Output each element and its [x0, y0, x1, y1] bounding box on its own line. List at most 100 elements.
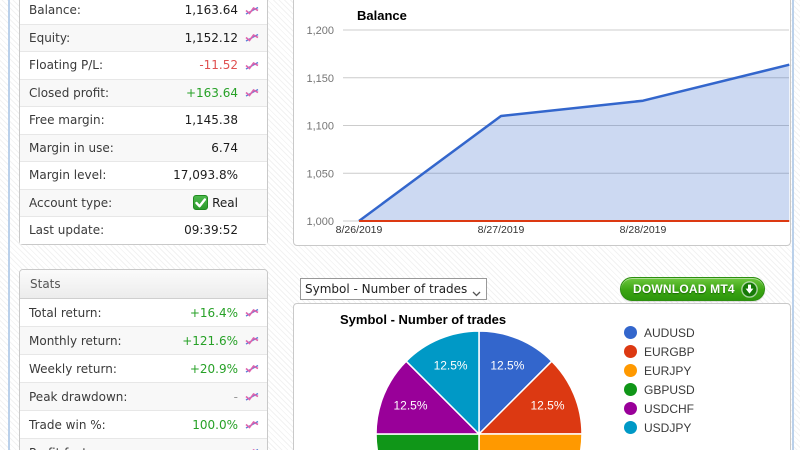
legend-color-dot [624, 345, 637, 358]
dashboard-page: Balance:1,163.64 Equity: 1,152.12 Floating … [0, 0, 800, 450]
table-row: Last update:09:39:52 [20, 217, 267, 244]
table-row: Equity: 1,152.12 [20, 25, 267, 53]
legend-label: EURGBP [644, 345, 695, 359]
stats-panel-title: Stats [30, 277, 61, 291]
mini-chart-icon[interactable] [245, 60, 259, 71]
row-label: Margin level: [29, 168, 106, 182]
row-value: +16.4% [190, 306, 238, 320]
x-axis-tick-label: 8/27/2019 [478, 224, 525, 236]
row-value-text: 1,145.38 [185, 113, 238, 127]
row-value: 1,145.38 [185, 113, 238, 127]
symbol-trades-panel: Symbol - Number of trades 12.5%12.5%12.5… [293, 303, 791, 450]
row-label: Account type: [29, 196, 112, 210]
row-value-text: +163.64 [186, 86, 238, 100]
mini-chart-icon[interactable] [245, 5, 259, 16]
row-value-text: 09:39:52 [184, 223, 238, 237]
table-row: Margin level: 17,093.8% [20, 162, 267, 190]
download-mt4-label: DOWNLOAD MT4 [633, 282, 735, 296]
legend-color-dot [624, 421, 637, 434]
table-row: Trade win %: 100.0% [20, 411, 267, 439]
pie-slice-label: 12.5% [490, 359, 524, 373]
legend-label: USDCHF [644, 402, 694, 416]
row-label: Floating P/L: [29, 58, 103, 72]
real-account-checkbox-icon [193, 195, 208, 210]
legend-item-eurgbp: EURGBP [624, 345, 695, 358]
legend-item-eurjpy: EURJPY [624, 364, 695, 377]
y-axis-tick-label: 1,100 [306, 121, 334, 133]
table-row: Floating P/L: -11.52 [20, 52, 267, 80]
row-label: Equity: [29, 31, 70, 45]
row-value: 1,163.64 [185, 3, 238, 17]
row-label: Total return: [29, 306, 102, 320]
account-info-panel: Balance:1,163.64 Equity: 1,152.12 Floating … [19, 0, 268, 245]
legend-color-dot [624, 326, 637, 339]
row-label: Free margin: [29, 113, 105, 127]
row-value: 6.74 [211, 141, 238, 155]
mini-chart-icon[interactable] [245, 307, 259, 318]
row-value-text: 100.0% [192, 418, 238, 432]
mini-chart-icon[interactable] [245, 32, 259, 43]
row-label: Trade win %: [29, 418, 106, 432]
row-value: 09:39:52 [184, 223, 238, 237]
stats-rows: Total return: +16.4% Monthly return: +121.6… [20, 299, 267, 450]
row-value: 17,093.8% [173, 168, 238, 182]
table-row: Balance:1,163.64 [20, 0, 267, 25]
row-value: 100.0% [192, 418, 238, 432]
download-mt4-button[interactable]: DOWNLOAD MT4 [620, 277, 765, 301]
account-info-rows: Balance:1,163.64 Equity: 1,152.12 Floating … [20, 0, 267, 244]
pie-slice-gbpusd [376, 434, 479, 450]
chart-type-select[interactable]: Symbol - Number of trades [300, 278, 487, 300]
legend-label: GBPUSD [644, 383, 695, 397]
pie-legend: AUDUSD EURGBP EURJPY GBPUSD USDCHF USDJPY [624, 326, 695, 440]
pie-slice-eurjpy [479, 434, 582, 450]
table-row: Closed profit:+163.64 [20, 80, 267, 108]
legend-label: EURJPY [644, 364, 691, 378]
table-row: Account type: Real [20, 190, 267, 218]
row-label: Profit factor: [29, 446, 103, 450]
balance-chart-panel: Balance 1,0001,0501,1001,1501,2008/26/20… [293, 0, 791, 246]
row-value-text: +16.4% [190, 306, 238, 320]
row-value: Real [193, 195, 238, 210]
legend-item-usdchf: USDCHF [624, 402, 695, 415]
row-label: Margin in use: [29, 141, 114, 155]
row-label: Peak drawdown: [29, 390, 127, 404]
content-left-border [8, 0, 10, 450]
pie-slice-label: 12.5% [393, 399, 427, 413]
table-row: Profit factor: [20, 439, 267, 450]
y-axis-tick-label: 1,150 [306, 73, 334, 85]
row-value-text: +20.9% [190, 362, 238, 376]
chart-type-select-wrap: Symbol - Number of trades [300, 278, 487, 300]
row-value-text: 1,163.64 [185, 3, 238, 17]
balance-area-chart: 1,0001,0501,1001,1501,2008/26/20198/27/2… [294, 0, 790, 245]
row-value: +163.64 [186, 86, 238, 100]
row-value-text: Real [212, 196, 238, 210]
mini-chart-icon[interactable] [245, 363, 259, 374]
pie-slice-label: 12.5% [530, 399, 564, 413]
legend-color-dot [624, 364, 637, 377]
content-right-border [792, 0, 794, 450]
row-label: Weekly return: [29, 362, 117, 376]
mini-chart-icon[interactable] [245, 87, 259, 98]
legend-item-gbpusd: GBPUSD [624, 383, 695, 396]
y-axis-tick-label: 1,000 [306, 216, 334, 228]
legend-color-dot [624, 402, 637, 415]
row-value: 1,152.12 [185, 31, 238, 45]
legend-label: USDJPY [644, 421, 691, 435]
pie-slice-label: 12.5% [434, 359, 468, 373]
mini-chart-icon[interactable] [245, 335, 259, 346]
x-axis-tick-label: 8/28/2019 [620, 224, 667, 236]
row-value-text: 6.74 [211, 141, 238, 155]
legend-label: AUDUSD [644, 326, 695, 340]
mini-chart-icon[interactable] [245, 391, 259, 402]
symbol-trades-pie-chart: 12.5% 12.5% 12.5% 12.5% [294, 304, 792, 450]
y-axis-tick-label: 1,050 [306, 168, 334, 180]
row-value: +20.9% [190, 362, 238, 376]
table-row: Peak drawdown:- [20, 383, 267, 411]
row-value-text: -11.52 [199, 58, 238, 72]
mini-chart-icon[interactable] [245, 419, 259, 430]
row-value-text: 17,093.8% [173, 168, 238, 182]
row-label: Monthly return: [29, 334, 122, 348]
row-value-text: +121.6% [182, 334, 238, 348]
legend-item-audusd: AUDUSD [624, 326, 695, 339]
table-row: Weekly return: +20.9% [20, 355, 267, 383]
